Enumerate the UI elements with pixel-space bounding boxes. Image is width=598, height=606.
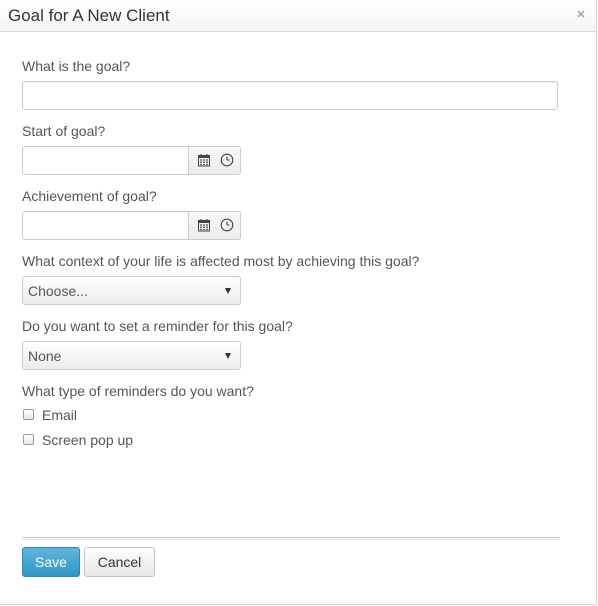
- start-date-addon: [189, 147, 240, 174]
- context-label: What context of your life is affected mo…: [22, 253, 420, 269]
- email-checkbox-row[interactable]: Email: [22, 407, 92, 423]
- dialog-title: Goal for A New Client: [8, 6, 170, 25]
- reminder-select[interactable]: None: [22, 341, 241, 370]
- achievement-date-addon: [189, 212, 240, 239]
- footer-divider: [22, 537, 560, 540]
- goal-input[interactable]: [22, 81, 558, 110]
- save-button[interactable]: Save: [22, 547, 80, 577]
- chevron-down-icon: [225, 353, 231, 359]
- screen-popup-checkbox-label: Screen pop up: [42, 432, 134, 448]
- screen-popup-checkbox[interactable]: [23, 434, 34, 445]
- clock-icon[interactable]: [220, 218, 234, 232]
- email-checkbox[interactable]: [23, 409, 34, 420]
- close-icon[interactable]: [575, 8, 587, 20]
- start-date-input[interactable]: [23, 147, 189, 174]
- calendar-icon[interactable]: [197, 153, 211, 167]
- clock-icon[interactable]: [220, 153, 234, 167]
- achievement-date-picker: [22, 211, 241, 240]
- screen-popup-checkbox-row[interactable]: Screen pop up: [22, 432, 142, 448]
- start-label: Start of goal?: [22, 123, 106, 139]
- reminder-types-label: What type of reminders do you want?: [22, 383, 254, 399]
- goal-dialog: Goal for A New Client What is the goal? …: [0, 0, 597, 605]
- reminder-label: Do you want to set a reminder for this g…: [22, 318, 293, 334]
- email-checkbox-label: Email: [42, 407, 78, 423]
- calendar-icon[interactable]: [197, 218, 211, 232]
- achievement-label: Achievement of goal?: [22, 188, 157, 204]
- goal-label: What is the goal?: [22, 58, 131, 74]
- start-date-picker: [22, 146, 241, 175]
- context-select[interactable]: Choose...: [22, 276, 241, 305]
- context-select-value: Choose...: [28, 283, 88, 299]
- cancel-button[interactable]: Cancel: [84, 547, 155, 577]
- reminder-select-value: None: [28, 348, 62, 364]
- achievement-date-input[interactable]: [23, 212, 189, 239]
- dialog-header: Goal for A New Client: [0, 0, 596, 32]
- chevron-down-icon: [225, 288, 231, 294]
